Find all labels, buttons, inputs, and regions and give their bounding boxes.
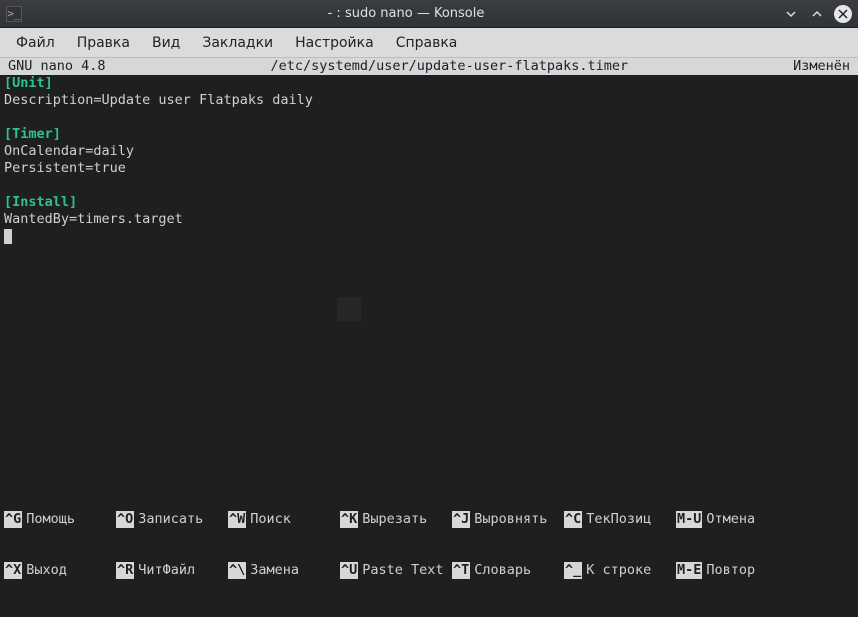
shortcut-search: ^WПоиск [228,511,340,528]
shortcut-readfile: ^RЧитФайл [116,562,228,579]
section-install: [Install] [4,194,77,210]
shortcut-replace: ^\Замена [228,562,340,579]
shortcut-redo: M-EПовтор [676,562,788,579]
chevron-up-icon [811,8,823,20]
nano-editor-body[interactable]: [Unit] Description=Update user Flatpaks … [0,75,858,477]
shortcut-curpos: ^CТекПозиц [564,511,676,528]
shortcut-undo: M-UОтмена [676,511,788,528]
close-icon [838,9,848,19]
window-controls [782,5,852,23]
terminal-area[interactable]: GNU nano 4.8 /etc/systemd/user/update-us… [0,58,858,617]
nano-modified-indicator: Изменён [793,58,850,75]
nano-shortcut-bar: ^GПомощь ^OЗаписать ^WПоиск ^KВырезать ^… [0,477,858,617]
menubar: Файл Правка Вид Закладки Настройка Справ… [0,28,858,58]
overlay-artifact [337,297,361,321]
shortcut-writeout: ^OЗаписать [116,511,228,528]
close-button[interactable] [834,5,852,23]
shortcut-justify: ^JВыровнять [452,511,564,528]
menu-view[interactable]: Вид [142,31,190,55]
install-body: WantedBy=timers.target [4,211,183,227]
shortcut-row-2: ^XВыход ^RЧитФайл ^\Замена ^UPaste Text … [4,562,854,579]
menu-settings[interactable]: Настройка [285,31,384,55]
shortcut-help: ^GПомощь [4,511,116,528]
timer-body: OnCalendar=daily Persistent=true [4,143,134,176]
unit-body: Description=Update user Flatpaks daily [4,92,313,108]
section-unit: [Unit] [4,75,53,91]
menu-edit[interactable]: Правка [67,31,140,55]
shortcut-spell: ^TСловарь [452,562,564,579]
menu-help[interactable]: Справка [386,31,468,55]
window-title: - : sudo nano — Konsole [30,6,782,21]
window-titlebar: >_ - : sudo nano — Konsole [0,0,858,28]
menu-file[interactable]: Файл [6,31,65,55]
nano-version: GNU nano 4.8 [8,58,106,75]
terminal-icon: >_ [6,6,22,22]
text-cursor [4,229,12,244]
section-timer: [Timer] [4,126,61,142]
nano-filepath: /etc/systemd/user/update-user-flatpaks.t… [106,58,794,75]
nano-header-bar: GNU nano 4.8 /etc/systemd/user/update-us… [0,58,858,75]
shortcut-gotoline: ^_К строке [564,562,676,579]
shortcut-row-1: ^GПомощь ^OЗаписать ^WПоиск ^KВырезать ^… [4,511,854,528]
shortcut-exit: ^XВыход [4,562,116,579]
maximize-button[interactable] [808,5,826,23]
minimize-button[interactable] [782,5,800,23]
chevron-down-icon [785,8,797,20]
menu-bookmarks[interactable]: Закладки [192,31,283,55]
shortcut-paste: ^UPaste Text [340,562,452,579]
shortcut-cut: ^KВырезать [340,511,452,528]
